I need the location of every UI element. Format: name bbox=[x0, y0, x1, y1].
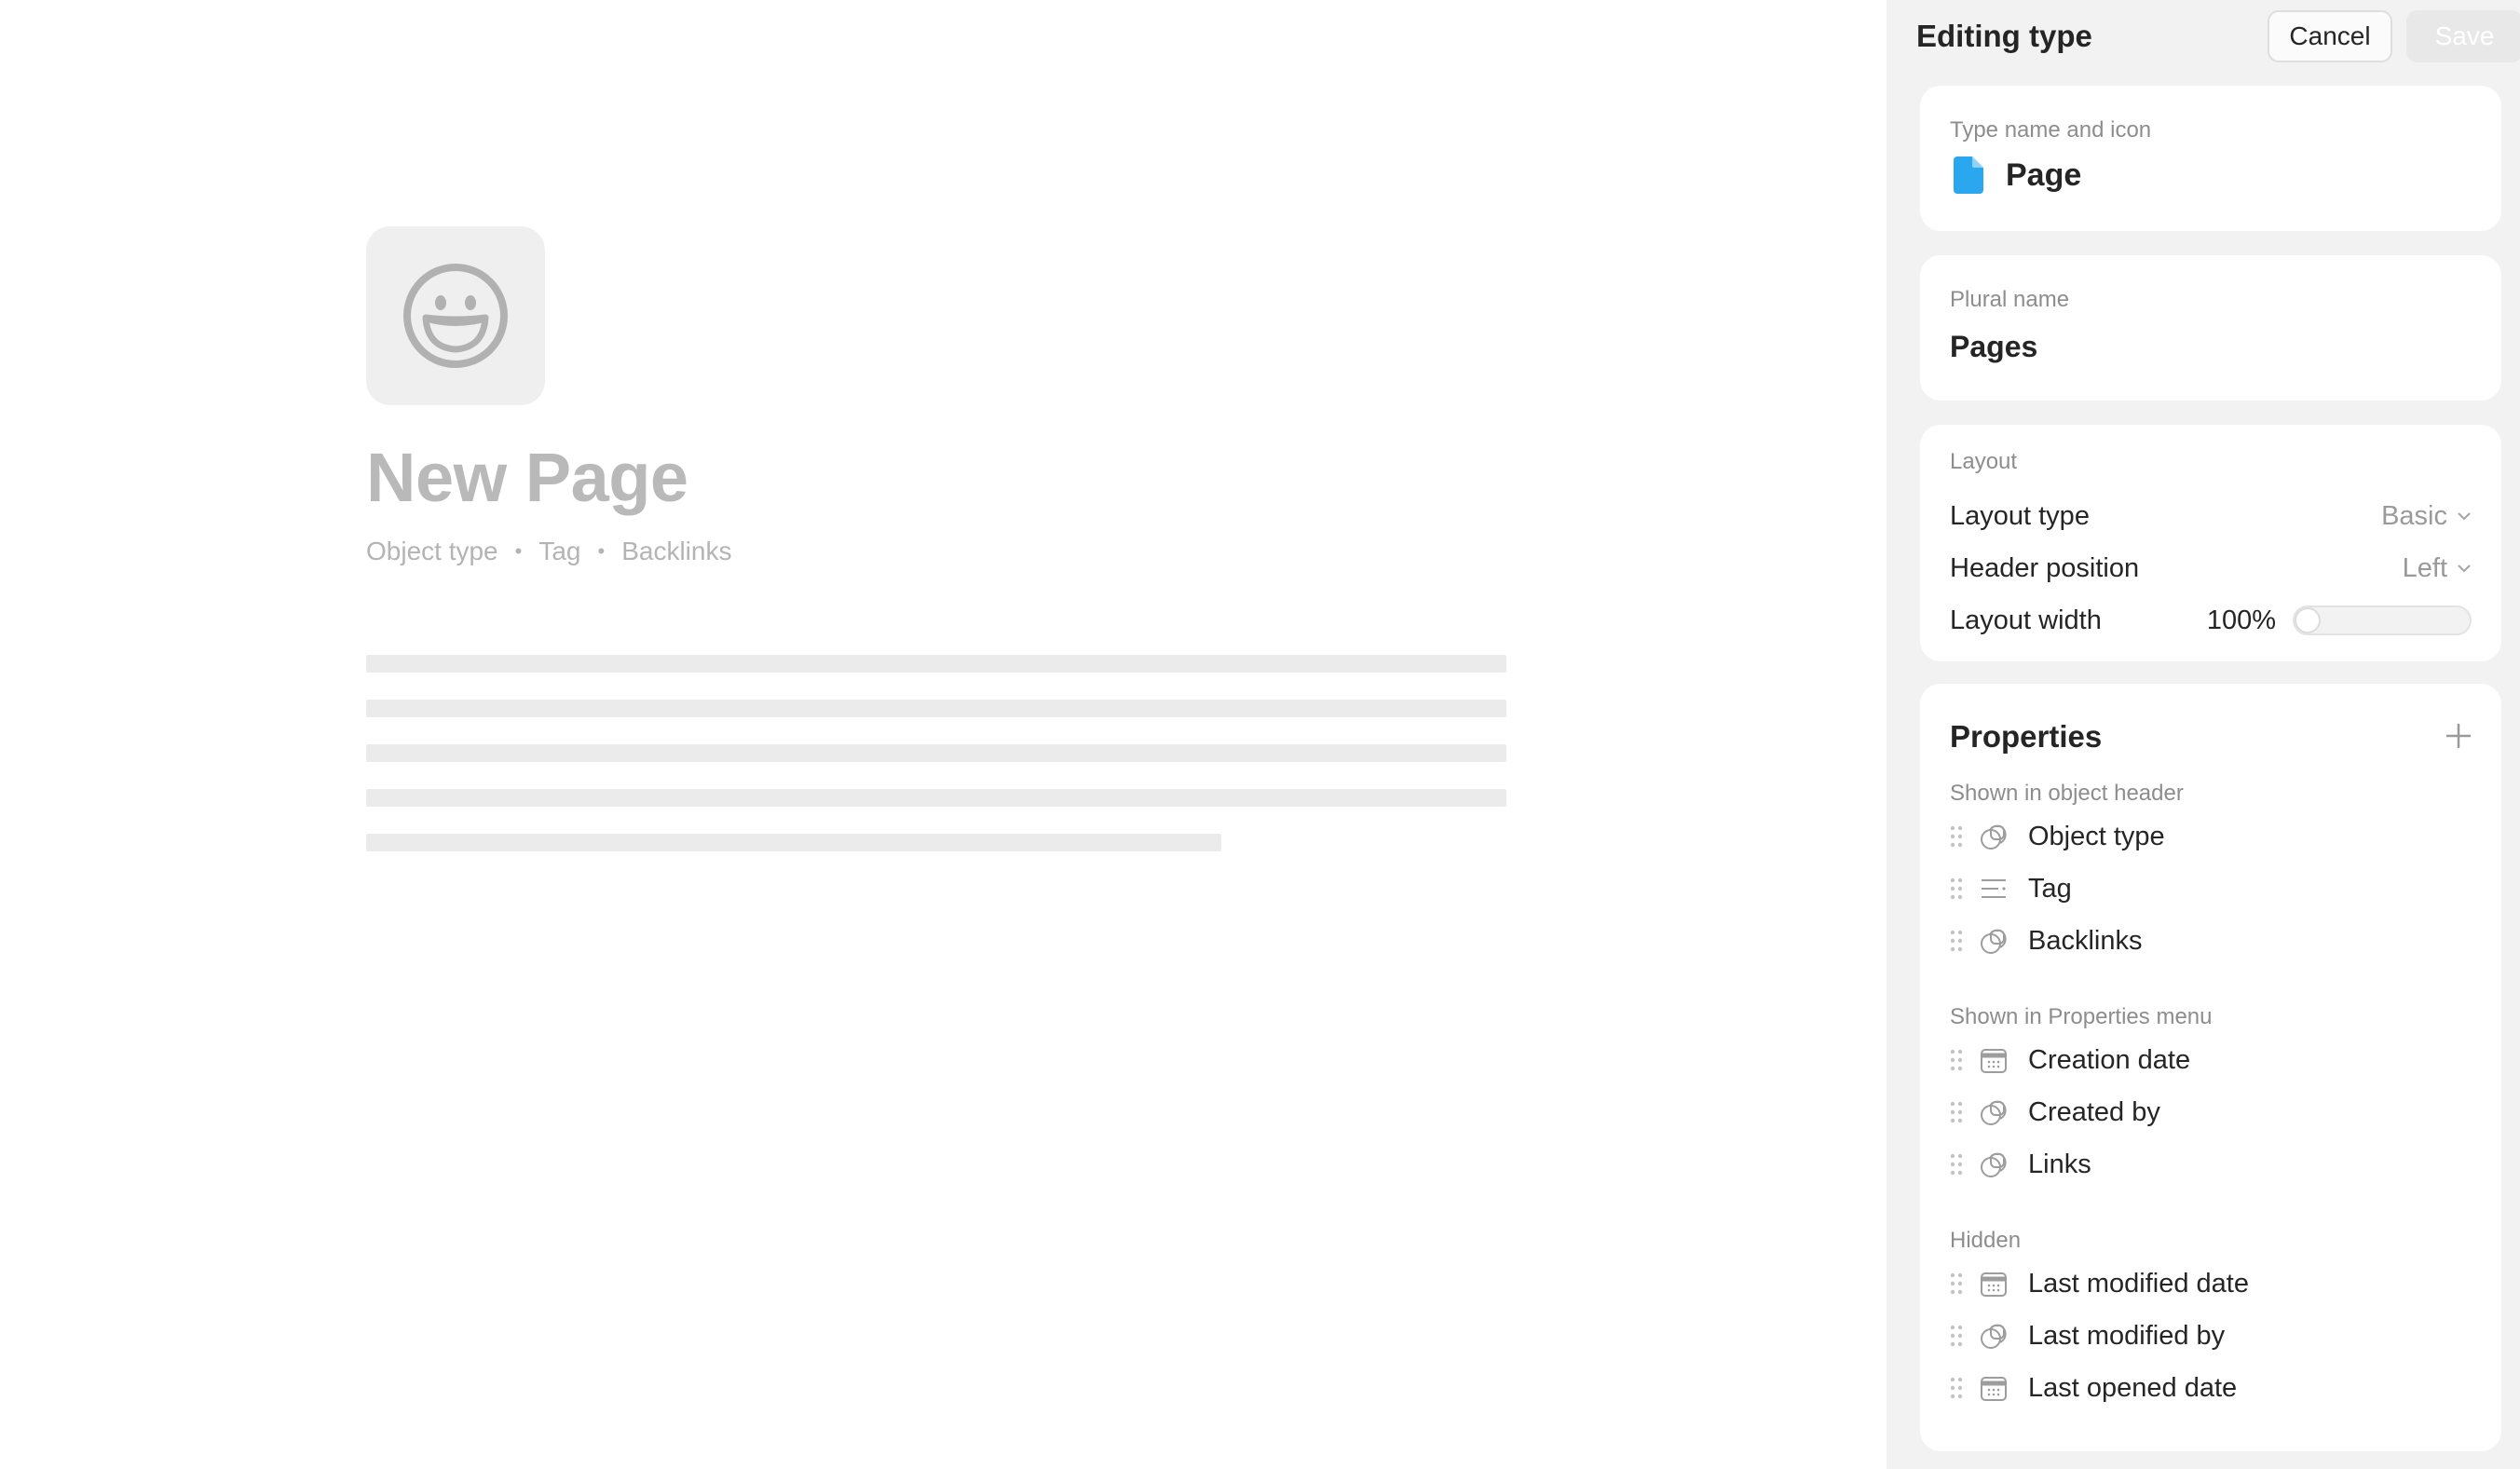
property-row[interactable]: Last modified by bbox=[1948, 1315, 2225, 1356]
layout-width-control: 100% bbox=[2207, 605, 2472, 636]
meta-backlinks[interactable]: Backlinks bbox=[621, 537, 731, 566]
property-row[interactable]: Backlinks bbox=[1948, 920, 2143, 961]
layout-section-label: Layout bbox=[1950, 449, 2018, 474]
property-label: Tag bbox=[2028, 873, 2072, 904]
plural-name-label: Plural name bbox=[1950, 287, 2070, 312]
property-row[interactable]: Creation date bbox=[1948, 1040, 2190, 1081]
add-property-icon[interactable] bbox=[2444, 721, 2473, 751]
calendar-icon bbox=[1978, 1044, 2009, 1076]
relation-icon bbox=[1978, 1149, 2009, 1180]
plural-name-input[interactable]: Pages bbox=[1950, 330, 2037, 364]
property-row[interactable]: Object type bbox=[1948, 816, 2165, 857]
content-skeleton-line bbox=[366, 700, 1506, 717]
drag-handle-icon[interactable] bbox=[1948, 1046, 1965, 1074]
layout-width-label: Layout width bbox=[1950, 605, 2102, 635]
layout-type-row[interactable]: Layout type Basic bbox=[1950, 496, 2472, 537]
content-skeleton-line bbox=[366, 834, 1221, 851]
tag-list-icon bbox=[1978, 873, 2009, 905]
layout-type-dropdown[interactable]: Basic bbox=[2381, 501, 2472, 532]
meta-separator: • bbox=[597, 539, 606, 563]
content-skeleton-line bbox=[366, 789, 1506, 807]
layout-width-row: Layout width 100% bbox=[1950, 600, 2472, 641]
property-label: Object type bbox=[2028, 821, 2165, 851]
content-skeleton-line bbox=[366, 744, 1506, 762]
layout-width-value: 100% bbox=[2206, 605, 2276, 635]
save-button[interactable]: Save bbox=[2406, 10, 2520, 62]
page-document-icon[interactable] bbox=[1954, 156, 1983, 194]
chevron-down-icon bbox=[2458, 564, 2471, 573]
drag-handle-icon[interactable] bbox=[1948, 875, 1965, 903]
drag-handle-icon[interactable] bbox=[1948, 1270, 1965, 1298]
page-preview: New Page Object type • Tag • Backlinks bbox=[0, 0, 1887, 1469]
page-icon-tile[interactable] bbox=[366, 226, 545, 405]
header-position-label: Header position bbox=[1950, 552, 2140, 583]
cancel-button[interactable]: Cancel bbox=[2268, 10, 2392, 62]
property-label: Created by bbox=[2028, 1096, 2160, 1127]
object-header-meta: Object type • Tag • Backlinks bbox=[366, 537, 731, 566]
drag-handle-icon[interactable] bbox=[1948, 823, 1965, 850]
layout-card: Layout Layout type Basic Header position… bbox=[1920, 425, 2501, 661]
relation-icon bbox=[1978, 1320, 2009, 1352]
property-row[interactable]: Last opened date bbox=[1948, 1367, 2237, 1408]
drag-handle-icon[interactable] bbox=[1948, 1374, 1965, 1402]
property-label: Backlinks bbox=[2028, 925, 2143, 956]
slider-knob[interactable] bbox=[2295, 607, 2321, 633]
header-position-row[interactable]: Header position Left bbox=[1950, 548, 2472, 589]
calendar-icon bbox=[1978, 1268, 2009, 1299]
relation-icon bbox=[1978, 821, 2009, 852]
drag-handle-icon[interactable] bbox=[1948, 927, 1965, 955]
plural-name-card: Plural name Pages bbox=[1920, 255, 2501, 401]
header-position-dropdown[interactable]: Left bbox=[2403, 553, 2472, 584]
type-name-row[interactable]: Page bbox=[1954, 156, 2081, 194]
properties-card: Properties Shown in object header Object … bbox=[1920, 684, 2501, 1451]
meta-tag[interactable]: Tag bbox=[538, 537, 580, 566]
drag-handle-icon[interactable] bbox=[1948, 1322, 1965, 1350]
editing-type-panel: Editing type Cancel Save Type name and i… bbox=[1887, 0, 2520, 1469]
relation-icon bbox=[1978, 925, 2009, 957]
relation-icon bbox=[1978, 1096, 2009, 1128]
type-name-label: Type name and icon bbox=[1950, 117, 2152, 143]
property-label: Last modified date bbox=[2028, 1268, 2249, 1299]
properties-section-label: Shown in object header bbox=[1950, 781, 2184, 806]
page-title[interactable]: New Page bbox=[366, 438, 688, 517]
property-label: Last opened date bbox=[2028, 1372, 2238, 1403]
meta-object-type[interactable]: Object type bbox=[366, 537, 498, 566]
layout-width-slider[interactable] bbox=[2293, 605, 2472, 635]
layout-type-value: Basic bbox=[2381, 500, 2447, 531]
panel-title: Editing type bbox=[1916, 19, 2092, 53]
calendar-icon bbox=[1978, 1372, 2009, 1404]
smiley-face-icon bbox=[403, 264, 508, 368]
property-row[interactable]: Tag bbox=[1948, 868, 2072, 909]
chevron-down-icon bbox=[2458, 512, 2471, 521]
drag-handle-icon[interactable] bbox=[1948, 1150, 1965, 1178]
property-label: Links bbox=[2028, 1149, 2091, 1179]
type-name-card: Type name and icon Page bbox=[1920, 86, 2501, 231]
content-skeleton-line bbox=[366, 655, 1506, 673]
property-label: Creation date bbox=[2028, 1044, 2191, 1075]
properties-title: Properties bbox=[1950, 719, 2103, 754]
property-row[interactable]: Links bbox=[1948, 1144, 2091, 1185]
drag-handle-icon[interactable] bbox=[1948, 1098, 1965, 1126]
meta-separator: • bbox=[514, 539, 523, 563]
property-label: Last modified by bbox=[2028, 1320, 2226, 1351]
type-name-value[interactable]: Page bbox=[2006, 157, 2081, 194]
properties-section-label: Shown in Properties menu bbox=[1950, 1004, 2213, 1029]
properties-section-label: Hidden bbox=[1950, 1228, 2022, 1253]
property-row[interactable]: Last modified date bbox=[1948, 1263, 2249, 1304]
header-position-value: Left bbox=[2402, 552, 2447, 583]
layout-type-label: Layout type bbox=[1950, 500, 2090, 531]
property-row[interactable]: Created by bbox=[1948, 1092, 2160, 1133]
